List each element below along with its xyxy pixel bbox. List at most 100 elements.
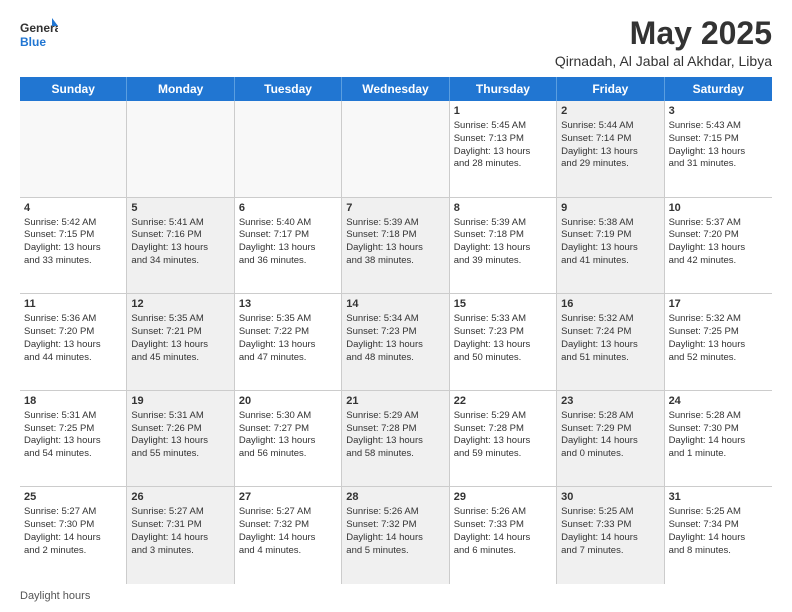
calendar-cell [235, 101, 342, 197]
calendar-cell: 28Sunrise: 5:26 AMSunset: 7:32 PMDayligh… [342, 487, 449, 584]
day-info-line: and 5 minutes. [346, 545, 444, 558]
cal-header-day: Wednesday [342, 77, 449, 101]
calendar-cell: 8Sunrise: 5:39 AMSunset: 7:18 PMDaylight… [450, 198, 557, 294]
day-info-line: Sunrise: 5:44 AM [561, 120, 659, 133]
day-info-line: Daylight: 13 hours [561, 146, 659, 159]
day-info-line: Daylight: 13 hours [669, 146, 768, 159]
calendar-cell: 14Sunrise: 5:34 AMSunset: 7:23 PMDayligh… [342, 294, 449, 390]
main-title: May 2025 [555, 16, 772, 51]
day-info-line: and 29 minutes. [561, 158, 659, 171]
day-info-line: Sunrise: 5:29 AM [346, 410, 444, 423]
day-info-line: Sunrise: 5:35 AM [131, 313, 229, 326]
calendar-cell [342, 101, 449, 197]
calendar-row: 11Sunrise: 5:36 AMSunset: 7:20 PMDayligh… [20, 294, 772, 391]
footer-text: Daylight hours [20, 590, 90, 602]
calendar-cell: 15Sunrise: 5:33 AMSunset: 7:23 PMDayligh… [450, 294, 557, 390]
day-info-line: Sunset: 7:28 PM [346, 423, 444, 436]
day-number: 1 [454, 104, 552, 119]
calendar-cell: 21Sunrise: 5:29 AMSunset: 7:28 PMDayligh… [342, 391, 449, 487]
day-info-line: Sunset: 7:23 PM [346, 326, 444, 339]
day-number: 8 [454, 201, 552, 216]
calendar-body: 1Sunrise: 5:45 AMSunset: 7:13 PMDaylight… [20, 101, 772, 584]
day-number: 12 [131, 297, 229, 312]
day-info-line: Sunset: 7:13 PM [454, 133, 552, 146]
calendar-row: 25Sunrise: 5:27 AMSunset: 7:30 PMDayligh… [20, 487, 772, 584]
cal-header-day: Tuesday [235, 77, 342, 101]
day-number: 9 [561, 201, 659, 216]
day-info-line: Sunset: 7:25 PM [669, 326, 768, 339]
day-info-line: and 54 minutes. [24, 448, 122, 461]
day-info-line: Sunrise: 5:31 AM [131, 410, 229, 423]
day-info-line: Sunset: 7:15 PM [24, 229, 122, 242]
day-info-line: and 2 minutes. [24, 545, 122, 558]
day-info-line: and 36 minutes. [239, 255, 337, 268]
day-info-line: and 55 minutes. [131, 448, 229, 461]
calendar-cell: 20Sunrise: 5:30 AMSunset: 7:27 PMDayligh… [235, 391, 342, 487]
calendar-cell: 29Sunrise: 5:26 AMSunset: 7:33 PMDayligh… [450, 487, 557, 584]
day-info-line: Sunrise: 5:30 AM [239, 410, 337, 423]
day-info-line: Daylight: 13 hours [669, 339, 768, 352]
day-info-line: Sunrise: 5:28 AM [561, 410, 659, 423]
calendar-cell: 11Sunrise: 5:36 AMSunset: 7:20 PMDayligh… [20, 294, 127, 390]
day-info-line: and 33 minutes. [24, 255, 122, 268]
day-info-line: and 28 minutes. [454, 158, 552, 171]
day-info-line: and 1 minute. [669, 448, 768, 461]
calendar-cell: 17Sunrise: 5:32 AMSunset: 7:25 PMDayligh… [665, 294, 772, 390]
calendar-cell: 1Sunrise: 5:45 AMSunset: 7:13 PMDaylight… [450, 101, 557, 197]
calendar-cell: 10Sunrise: 5:37 AMSunset: 7:20 PMDayligh… [665, 198, 772, 294]
day-info-line: Daylight: 13 hours [131, 339, 229, 352]
day-info-line: Sunrise: 5:27 AM [131, 506, 229, 519]
day-info-line: Sunset: 7:21 PM [131, 326, 229, 339]
day-number: 5 [131, 201, 229, 216]
cal-header-day: Saturday [665, 77, 772, 101]
day-info-line: Sunrise: 5:26 AM [454, 506, 552, 519]
calendar-row: 18Sunrise: 5:31 AMSunset: 7:25 PMDayligh… [20, 391, 772, 488]
day-info-line: and 48 minutes. [346, 352, 444, 365]
day-number: 15 [454, 297, 552, 312]
day-info-line: Sunset: 7:20 PM [24, 326, 122, 339]
day-info-line: and 3 minutes. [131, 545, 229, 558]
day-info-line: Daylight: 14 hours [24, 532, 122, 545]
day-info-line: Daylight: 13 hours [561, 339, 659, 352]
day-info-line: Sunset: 7:33 PM [561, 519, 659, 532]
day-info-line: Sunrise: 5:35 AM [239, 313, 337, 326]
footer: Daylight hours [20, 590, 772, 602]
calendar-cell: 26Sunrise: 5:27 AMSunset: 7:31 PMDayligh… [127, 487, 234, 584]
day-info-line: and 51 minutes. [561, 352, 659, 365]
day-number: 29 [454, 490, 552, 505]
cal-header-day: Friday [557, 77, 664, 101]
header: General Blue May 2025 Qirnadah, Al Jabal… [20, 16, 772, 69]
calendar-cell: 27Sunrise: 5:27 AMSunset: 7:32 PMDayligh… [235, 487, 342, 584]
subtitle: Qirnadah, Al Jabal al Akhdar, Libya [555, 53, 772, 69]
day-info-line: Daylight: 13 hours [239, 242, 337, 255]
day-info-line: and 41 minutes. [561, 255, 659, 268]
day-info-line: Sunset: 7:19 PM [561, 229, 659, 242]
day-info-line: and 56 minutes. [239, 448, 337, 461]
calendar-cell [127, 101, 234, 197]
day-info-line: Daylight: 14 hours [561, 435, 659, 448]
calendar-cell: 7Sunrise: 5:39 AMSunset: 7:18 PMDaylight… [342, 198, 449, 294]
day-info-line: Sunset: 7:33 PM [454, 519, 552, 532]
day-info-line: Daylight: 13 hours [669, 242, 768, 255]
day-info-line: Sunrise: 5:25 AM [669, 506, 768, 519]
day-number: 3 [669, 104, 768, 119]
day-number: 27 [239, 490, 337, 505]
day-info-line: and 44 minutes. [24, 352, 122, 365]
day-info-line: Sunset: 7:23 PM [454, 326, 552, 339]
day-info-line: Sunset: 7:25 PM [24, 423, 122, 436]
day-number: 23 [561, 394, 659, 409]
day-info-line: and 7 minutes. [561, 545, 659, 558]
day-info-line: Sunrise: 5:37 AM [669, 217, 768, 230]
day-info-line: Daylight: 13 hours [454, 242, 552, 255]
calendar-cell: 22Sunrise: 5:29 AMSunset: 7:28 PMDayligh… [450, 391, 557, 487]
day-info-line: and 4 minutes. [239, 545, 337, 558]
day-info-line: Daylight: 14 hours [239, 532, 337, 545]
day-info-line: Daylight: 13 hours [131, 242, 229, 255]
day-info-line: Sunrise: 5:32 AM [561, 313, 659, 326]
day-info-line: Daylight: 13 hours [346, 242, 444, 255]
calendar-cell: 16Sunrise: 5:32 AMSunset: 7:24 PMDayligh… [557, 294, 664, 390]
day-info-line: and 8 minutes. [669, 545, 768, 558]
calendar-cell: 3Sunrise: 5:43 AMSunset: 7:15 PMDaylight… [665, 101, 772, 197]
day-info-line: Sunrise: 5:41 AM [131, 217, 229, 230]
day-info-line: Sunset: 7:30 PM [24, 519, 122, 532]
